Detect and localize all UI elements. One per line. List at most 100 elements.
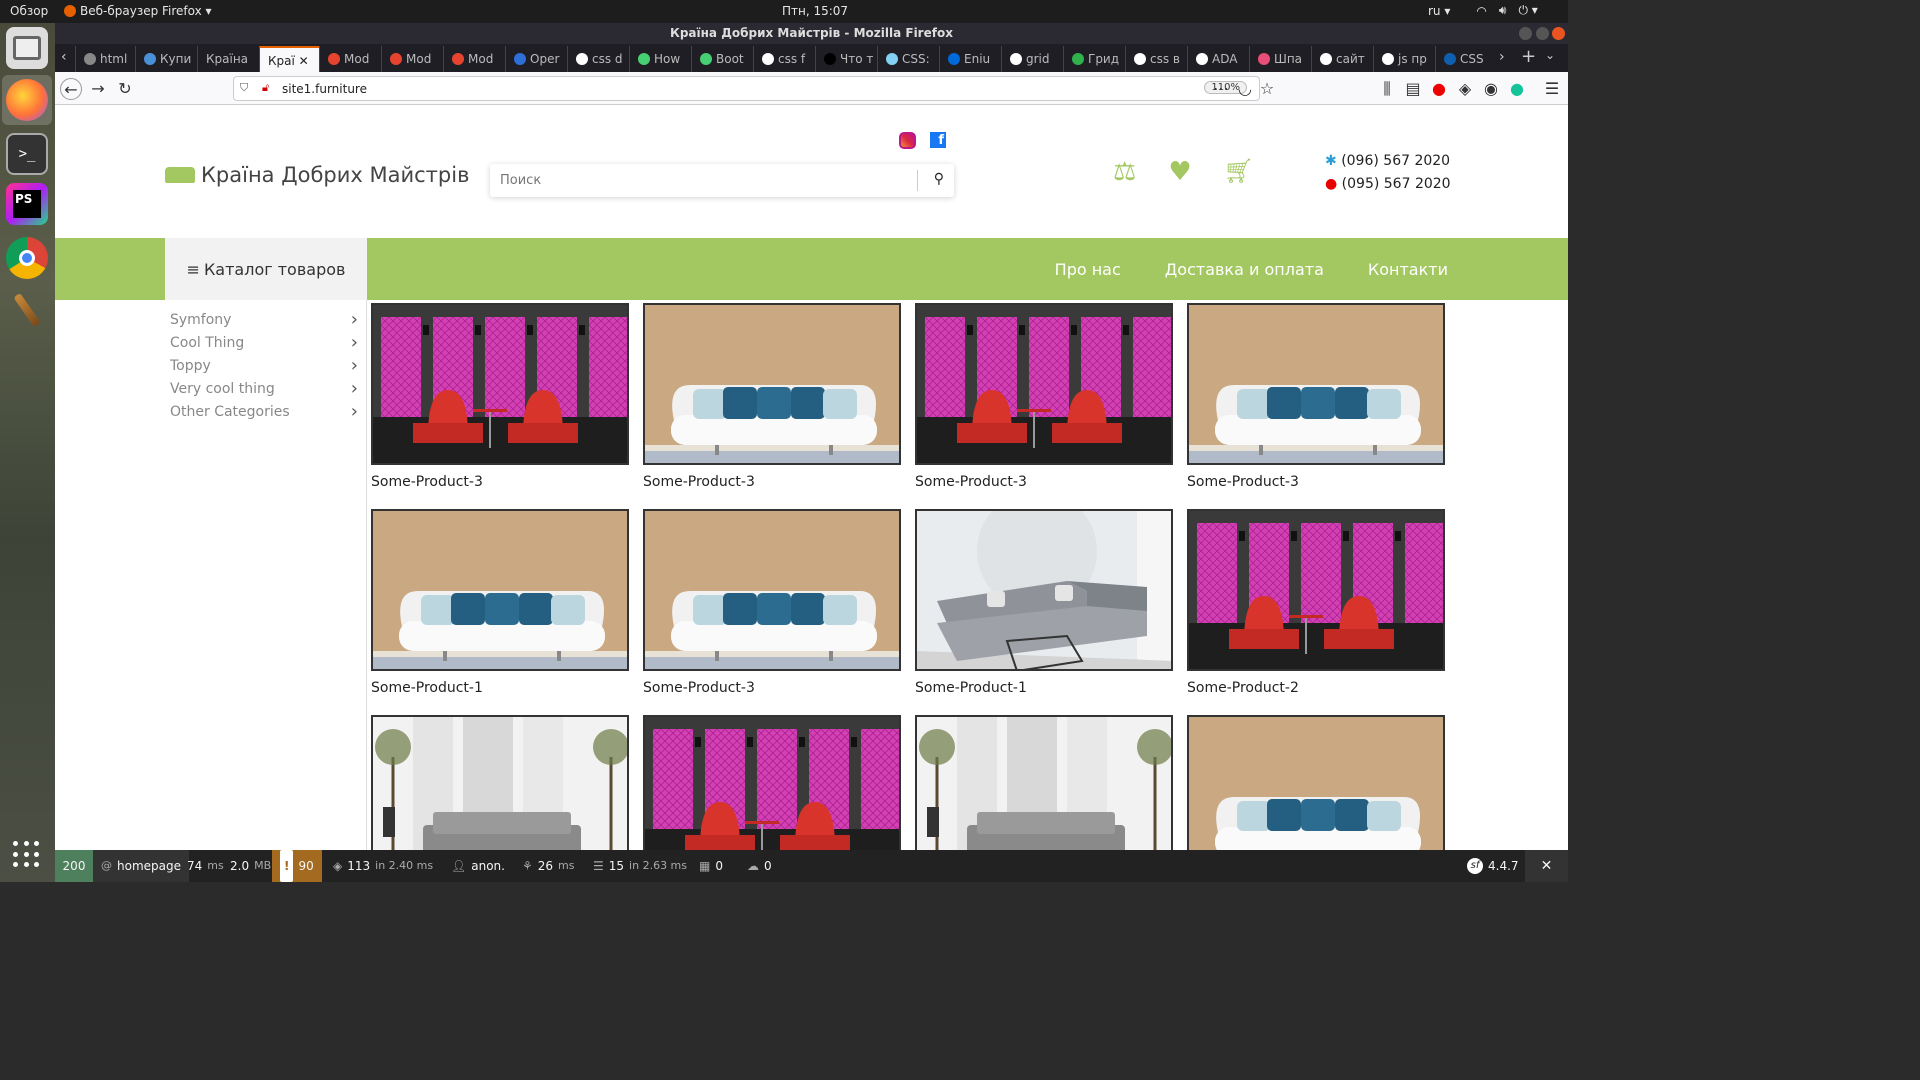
tab-1[interactable]: Купи: [135, 46, 197, 72]
grammarly-icon[interactable]: ●: [1506, 78, 1528, 100]
product-image-pink-booth[interactable]: [1187, 509, 1445, 671]
new-tab-icon[interactable]: +: [1521, 46, 1536, 67]
product-image-white-sofa[interactable]: [371, 509, 629, 671]
activities-button[interactable]: Обзор: [10, 4, 48, 18]
app-menu[interactable]: Веб-браузер Firefox ▾: [64, 4, 212, 18]
back-icon[interactable]: ←: [60, 78, 82, 100]
product-name[interactable]: Some-Product-3: [643, 680, 901, 696]
volume-icon[interactable]: 🔊︎: [1499, 3, 1507, 18]
category-item[interactable]: Very cool thing ›: [165, 377, 366, 400]
tab-17[interactable]: css в: [1125, 46, 1187, 72]
product-card[interactable]: Some-Product-1: [915, 509, 1173, 696]
keyboard-layout[interactable]: ru ▾: [1428, 4, 1450, 18]
tab-19[interactable]: Шпа: [1249, 46, 1311, 72]
reload-icon[interactable]: ↻: [114, 78, 136, 100]
tab-12[interactable]: Что т: [815, 46, 877, 72]
product-card[interactable]: [1187, 715, 1445, 850]
paint-brush-icon[interactable]: [6, 289, 48, 331]
tab-9[interactable]: How: [629, 46, 691, 72]
tab-2[interactable]: Країна: [197, 46, 259, 72]
pocket-icon[interactable]: ◡: [1234, 78, 1256, 100]
security-panel[interactable]: 👤︎ anon.: [443, 850, 513, 882]
route-panel[interactable]: @ homepage: [93, 850, 189, 882]
tabs-scroll-left-icon[interactable]: ‹: [61, 49, 67, 65]
phone-kyivstar[interactable]: ✱ (096) 567 2020: [1325, 150, 1451, 173]
chrome-icon[interactable]: [6, 237, 48, 279]
close-tab-icon[interactable]: ✕: [295, 54, 309, 68]
tab-20[interactable]: сайт: [1311, 46, 1373, 72]
tab-22[interactable]: CSS: [1435, 46, 1491, 72]
product-image-pink-booth[interactable]: [643, 715, 901, 850]
tab-15[interactable]: grid: [1001, 46, 1063, 72]
wifi-icon[interactable]: ◠: [1476, 4, 1486, 18]
maximize-icon[interactable]: [1536, 27, 1549, 40]
tab-11[interactable]: css f: [753, 46, 815, 72]
compare-scales-icon[interactable]: ⚖: [1113, 157, 1136, 187]
cart-icon[interactable]: 🛒︎: [1224, 157, 1254, 187]
symfony-version-panel[interactable]: sf 4.4.7: [1459, 850, 1527, 882]
tab-16[interactable]: Грид: [1063, 46, 1125, 72]
product-card[interactable]: Some-Product-3: [1187, 303, 1445, 490]
product-name[interactable]: Some-Product-2: [1187, 680, 1445, 696]
tab-21[interactable]: js пр: [1373, 46, 1435, 72]
power-icon[interactable]: ⏻ ▾: [1518, 3, 1537, 18]
files-icon[interactable]: [6, 27, 48, 69]
product-card[interactable]: Some-Product-1: [371, 509, 629, 696]
site-logo[interactable]: Країна Добрих Майстрів: [165, 163, 469, 187]
product-image-grey-corner-sofa[interactable]: [915, 509, 1173, 671]
tab-14[interactable]: Eniu: [939, 46, 1001, 72]
tab-0[interactable]: html: [75, 46, 135, 72]
category-item[interactable]: Other Categories ›: [165, 400, 366, 423]
product-name[interactable]: Some-Product-3: [371, 474, 629, 490]
mailer-panel[interactable]: ☁ 0: [739, 850, 780, 882]
tab-3[interactable]: Краї ✕: [259, 46, 319, 72]
tab-5[interactable]: Mod: [381, 46, 443, 72]
tab-18[interactable]: ADA: [1187, 46, 1249, 72]
category-item[interactable]: Symfony ›: [165, 308, 366, 331]
twig-panel[interactable]: ⚘ 26 ms: [514, 850, 583, 882]
product-name[interactable]: Some-Product-3: [915, 474, 1173, 490]
category-item[interactable]: Cool Thing ›: [165, 331, 366, 354]
phpstorm-icon[interactable]: PS: [6, 183, 48, 225]
category-item[interactable]: Toppy ›: [165, 354, 366, 377]
tab-list-icon[interactable]: ⌄: [1545, 48, 1555, 62]
nav-contacts[interactable]: Контакти: [1368, 260, 1448, 279]
product-image-white-sofa[interactable]: [643, 303, 901, 465]
product-image-grey-sofa-room[interactable]: [371, 715, 629, 850]
insecure-lock-icon[interactable]: 🔓︎: [262, 81, 269, 95]
product-card[interactable]: Some-Product-3: [643, 303, 901, 490]
status-code-badge[interactable]: 200: [55, 850, 93, 882]
product-name[interactable]: Some-Product-3: [1187, 474, 1445, 490]
product-name[interactable]: Some-Product-1: [915, 680, 1173, 696]
tab-13[interactable]: CSS:: [877, 46, 939, 72]
library-icon[interactable]: ⫼: [1376, 78, 1398, 100]
cache-panel[interactable]: ◈ 113 in 2.40 ms: [325, 850, 441, 882]
tabs-scroll-right-icon[interactable]: ›: [1499, 49, 1505, 65]
shield-icon[interactable]: ⛉: [240, 81, 248, 95]
bookmark-star-icon[interactable]: ☆: [1256, 78, 1278, 100]
product-card[interactable]: Some-Product-3: [915, 303, 1173, 490]
forward-icon[interactable]: →: [87, 78, 109, 100]
product-card[interactable]: Some-Product-3: [643, 509, 901, 696]
firefox-icon[interactable]: [6, 79, 48, 121]
close-toolbar-icon[interactable]: ✕: [1525, 850, 1568, 882]
catalog-button[interactable]: ≡ Каталог товаров: [165, 238, 367, 300]
account-icon[interactable]: ◉: [1480, 78, 1502, 100]
close-window-icon[interactable]: [1552, 27, 1565, 40]
extension-icon[interactable]: ◈: [1454, 78, 1476, 100]
nav-delivery[interactable]: Доставка и оплата: [1165, 260, 1324, 279]
database-panel[interactable]: ☰ 15 in 2.63 ms: [585, 850, 695, 882]
product-card[interactable]: [915, 715, 1173, 850]
product-image-pink-booth[interactable]: [371, 303, 629, 465]
product-image-white-sofa[interactable]: [643, 509, 901, 671]
product-image-pink-booth[interactable]: [915, 303, 1173, 465]
product-card[interactable]: [643, 715, 901, 850]
product-card[interactable]: Some-Product-2: [1187, 509, 1445, 696]
minimize-icon[interactable]: [1519, 27, 1532, 40]
product-image-white-sofa[interactable]: [1187, 303, 1445, 465]
ublock-icon[interactable]: ●: [1428, 78, 1450, 100]
terminal-icon[interactable]: >_: [6, 133, 48, 175]
tab-7[interactable]: Oper: [505, 46, 567, 72]
wishlist-heart-icon[interactable]: ♥: [1168, 157, 1191, 187]
menu-icon[interactable]: ☰: [1541, 78, 1563, 100]
